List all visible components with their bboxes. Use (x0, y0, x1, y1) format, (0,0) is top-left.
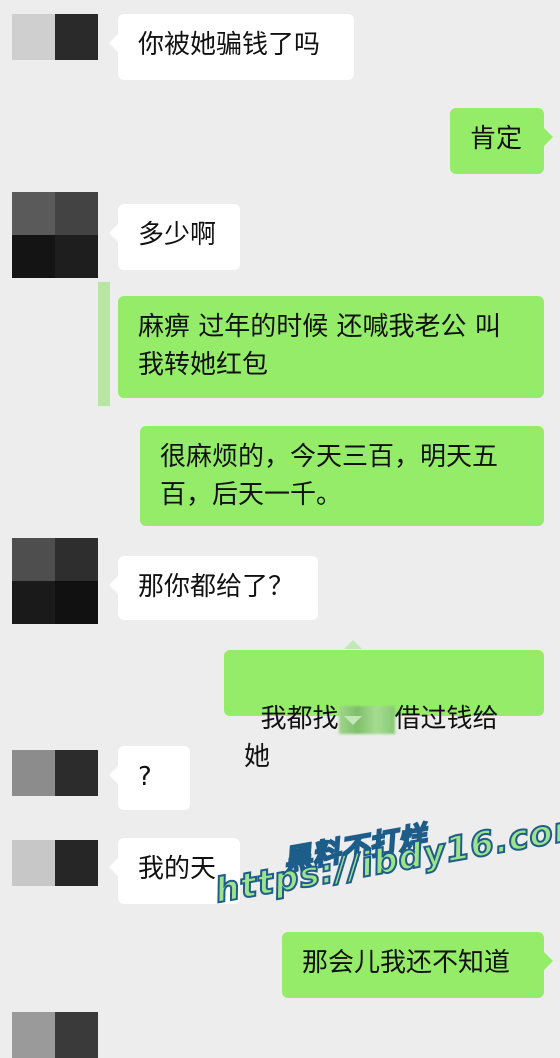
sent-message-bubble[interactable]: 那会儿我还不知道 (282, 932, 553, 998)
avatar-pixel (55, 750, 98, 796)
sent-message-bubble[interactable]: 很麻烦的，今天三百，明天五 百，后天一千。 (140, 426, 544, 526)
sent-message-bubble[interactable]: 麻痹 过年的时候 还喊我老公 叫 我转她红包 (118, 296, 544, 398)
contact-avatar[interactable] (12, 750, 98, 796)
avatar-pixel (12, 581, 55, 624)
sent-message-bubble[interactable]: 肯定 (450, 108, 553, 174)
avatar-pixel (55, 14, 98, 60)
contact-avatar[interactable] (12, 538, 98, 624)
contact-avatar[interactable] (12, 192, 98, 278)
decorative-stripe (98, 282, 110, 406)
avatar-pixel (12, 1012, 55, 1058)
avatar-pixel (55, 840, 98, 886)
avatar-pixel (12, 750, 55, 796)
received-message-bubble[interactable]: ? (109, 746, 190, 810)
avatar-pixel (12, 14, 55, 60)
received-message-bubble[interactable]: 那你都给了？ (109, 556, 318, 620)
contact-avatar[interactable] (12, 14, 98, 60)
selection-handle-icon (344, 640, 362, 649)
received-message-bubble[interactable]: 多少啊 (109, 204, 240, 270)
avatar-pixel (55, 581, 98, 624)
sent-message-bubble[interactable]: 我都找 借过钱给她 (224, 650, 544, 772)
avatar-pixel (55, 235, 98, 278)
avatar-pixel (12, 840, 55, 886)
avatar-pixel (12, 235, 55, 278)
avatar-pixel (55, 1012, 98, 1058)
selection-handle-icon (344, 716, 362, 725)
message-text: 我都找 (260, 704, 339, 734)
contact-avatar[interactable] (12, 840, 98, 886)
avatar-pixel (12, 538, 55, 581)
avatar-pixel (12, 192, 55, 235)
avatar-pixel (55, 192, 98, 235)
avatar-pixel (55, 538, 98, 581)
contact-avatar[interactable] (12, 1012, 98, 1058)
received-message-bubble[interactable]: 你被她骗钱了吗 (109, 14, 354, 80)
